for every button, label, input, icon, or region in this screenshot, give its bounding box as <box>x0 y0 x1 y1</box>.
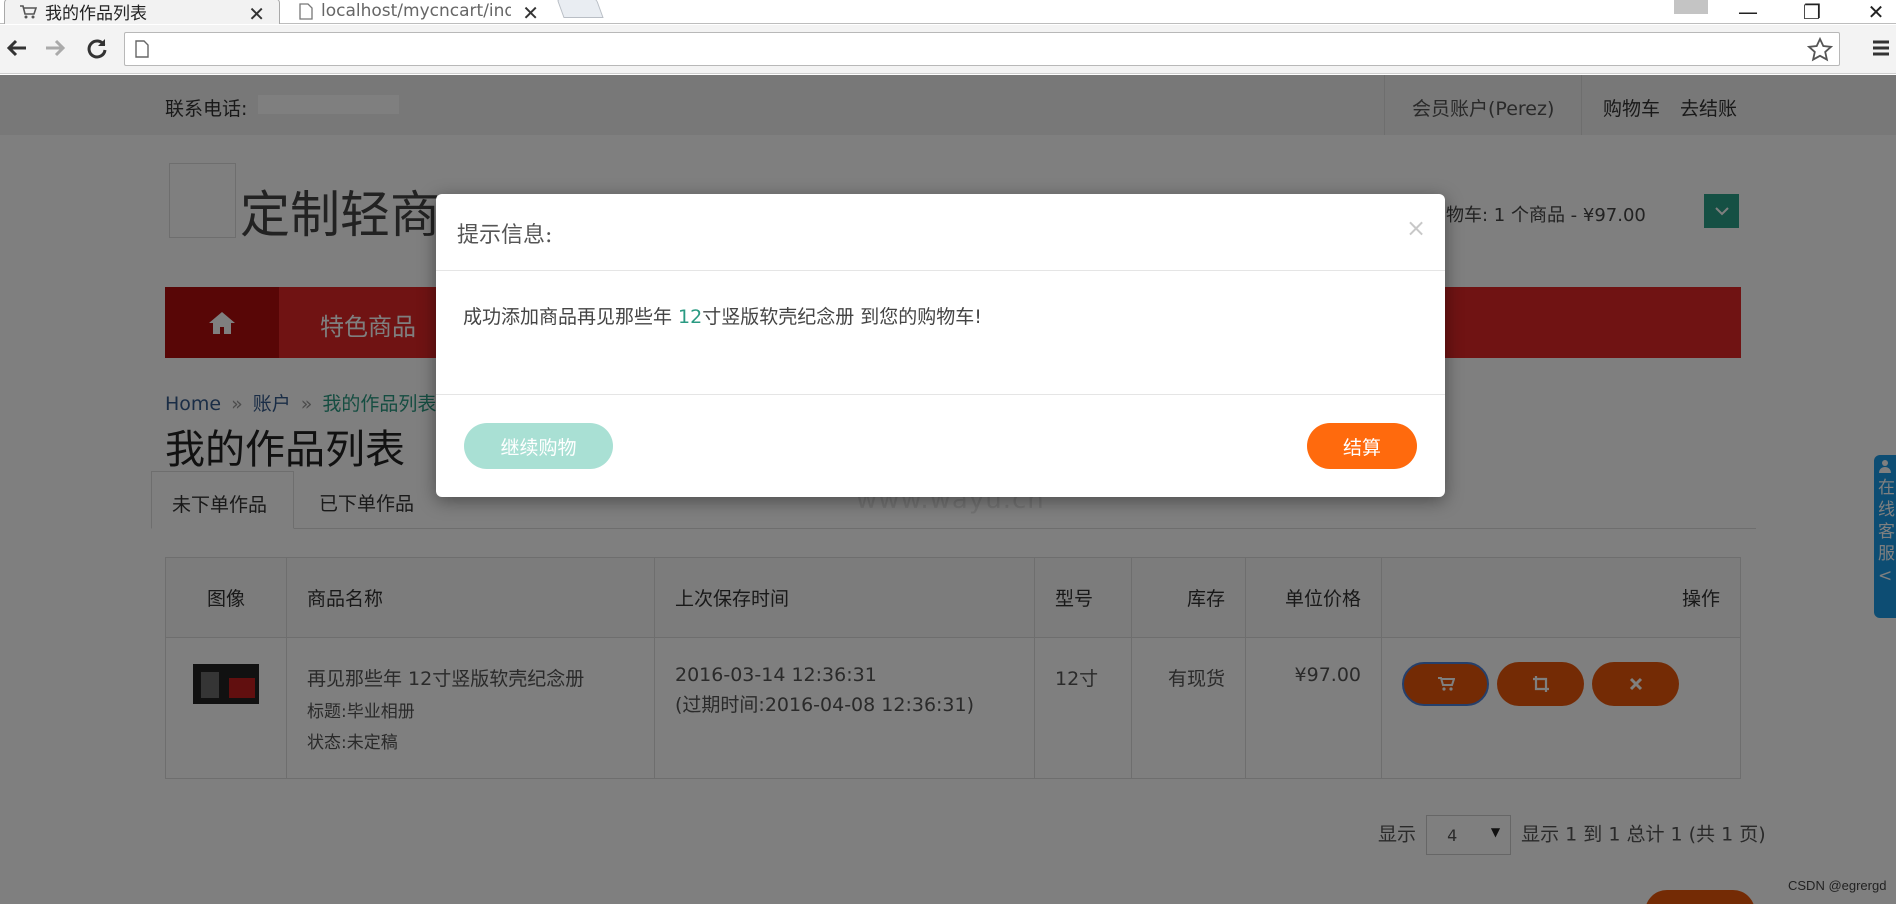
bookmark-star-icon <box>1807 37 1833 62</box>
forward-arrow-icon <box>46 39 66 57</box>
continue-shopping-button[interactable]: 继续购物 <box>464 423 613 469</box>
back-arrow-icon <box>6 39 26 57</box>
page-icon <box>135 40 149 58</box>
csdn-credit: CSDN @egrergd <box>1788 878 1887 893</box>
modal-header: 提示信息: × <box>436 194 1445 271</box>
address-bar[interactable] <box>124 32 1840 66</box>
checkout-button[interactable]: 结算 <box>1307 423 1417 469</box>
reload-button[interactable] <box>82 33 112 63</box>
browser-toolbar <box>0 25 1896 74</box>
cart-favicon-icon <box>19 4 37 20</box>
notice-modal: 提示信息: × 成功添加商品再见那些年 12寸竖版软壳纪念册 到您的购物车! 继… <box>436 194 1445 497</box>
page-favicon-icon <box>299 2 313 20</box>
message-prefix: 成功添加商品再见那些年 <box>463 306 679 328</box>
tab-close-icon[interactable]: ✕ <box>522 1 539 25</box>
profile-icon[interactable] <box>1674 0 1708 14</box>
modal-footer-divider <box>436 394 1445 395</box>
tab-title: 我的作品列表 <box>45 4 147 24</box>
reload-icon <box>87 39 107 59</box>
hamburger-menu-icon <box>1873 40 1889 56</box>
modal-close-icon[interactable]: × <box>1406 214 1426 242</box>
web-page: 联系电话: 会员账户(Perez) 购物车 去结账 定制轻商 购物车: 1 个商… <box>0 75 1896 904</box>
forward-button[interactable] <box>40 33 70 63</box>
menu-button[interactable] <box>1866 33 1896 63</box>
window-close-button[interactable]: ✕ <box>1856 0 1896 24</box>
browser-tabstrip: 我的作品列表 ✕ localhost/mycncart/inde ✕ — ❐ ✕ <box>0 0 1896 26</box>
tab-title: localhost/mycncart/inde <box>321 1 511 21</box>
modal-message: 成功添加商品再见那些年 12寸竖版软壳纪念册 到您的购物车! <box>463 302 982 329</box>
message-suffix: 寸竖版软壳纪念册 到您的购物车! <box>702 306 982 328</box>
browser-tab[interactable]: localhost/mycncart/inde ✕ <box>285 0 553 25</box>
minimize-button[interactable]: — <box>1728 0 1768 24</box>
new-tab-button[interactable] <box>556 0 604 18</box>
tab-close-icon[interactable]: ✕ <box>248 2 265 26</box>
back-button[interactable] <box>2 33 32 63</box>
restore-button[interactable]: ❐ <box>1792 0 1832 24</box>
message-num: 12 <box>678 306 703 328</box>
modal-title: 提示信息: <box>457 223 553 248</box>
browser-tab-active[interactable]: 我的作品列表 ✕ <box>4 0 280 26</box>
